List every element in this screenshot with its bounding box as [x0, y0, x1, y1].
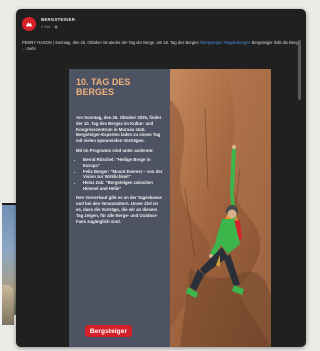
brand-logo: Bergsteiger: [85, 325, 132, 337]
post-caption: PENNY HASON | Sonntag, den 26. Oktober i…: [22, 40, 301, 51]
social-post-card: BERGSTEIGER 2 Std. · ◉ PENNY HASON | Son…: [16, 9, 306, 347]
page-name[interactable]: BERGSTEIGER: [41, 17, 75, 22]
program-item: Bernd Ritschel: "Heilige Berge in Europa…: [83, 157, 164, 169]
program-list: Bernd Ritschel: "Heilige Berge in Europa…: [76, 157, 164, 192]
scrollbar-thumb[interactable]: [298, 40, 301, 100]
event-title-line-1: 10. TAG DES: [76, 77, 131, 87]
program-item: Felix Berger: "Mount Everest – von der V…: [83, 169, 164, 181]
event-description: Am Sonntag, den 26. Oktober 2025, findet…: [76, 115, 164, 228]
post-header: BERGSTEIGER 2 Std. · ◉: [22, 15, 300, 37]
event-title-line-2: BERGES: [76, 87, 115, 97]
info-panel: 10. TAG DES BERGES Am Sonntag, den 26. O…: [69, 69, 170, 347]
post-caption-lead: PENNY HASON | Sonntag, den 26. Oktober i…: [22, 40, 199, 45]
program-item: Heinz Zak: "Bergsteigen zwischen Himmel …: [83, 180, 164, 192]
event-title: 10. TAG DES BERGES: [76, 77, 166, 97]
page-avatar-icon[interactable]: [22, 17, 36, 31]
background-window-border: [0, 203, 2, 325]
post-timestamp: 2 Std. · ◉: [41, 25, 58, 29]
mountain-logo-icon: [25, 22, 33, 27]
post-image[interactable]: 10. TAG DES BERGES Am Sonntag, den 26. O…: [69, 69, 271, 347]
climber-photo: [170, 69, 271, 347]
event-intro: Am Sonntag, den 26. Oktober 2025, findet…: [76, 115, 161, 144]
program-heading: Mit im Programm sind unter anderem:: [76, 147, 154, 153]
event-closing: Den Vorverkauf gibt es an der Tageskasse…: [76, 195, 162, 224]
background-rock: [0, 285, 14, 325]
post-hashtags[interactable]: #bergsteiger #tagdesberges: [200, 40, 251, 45]
